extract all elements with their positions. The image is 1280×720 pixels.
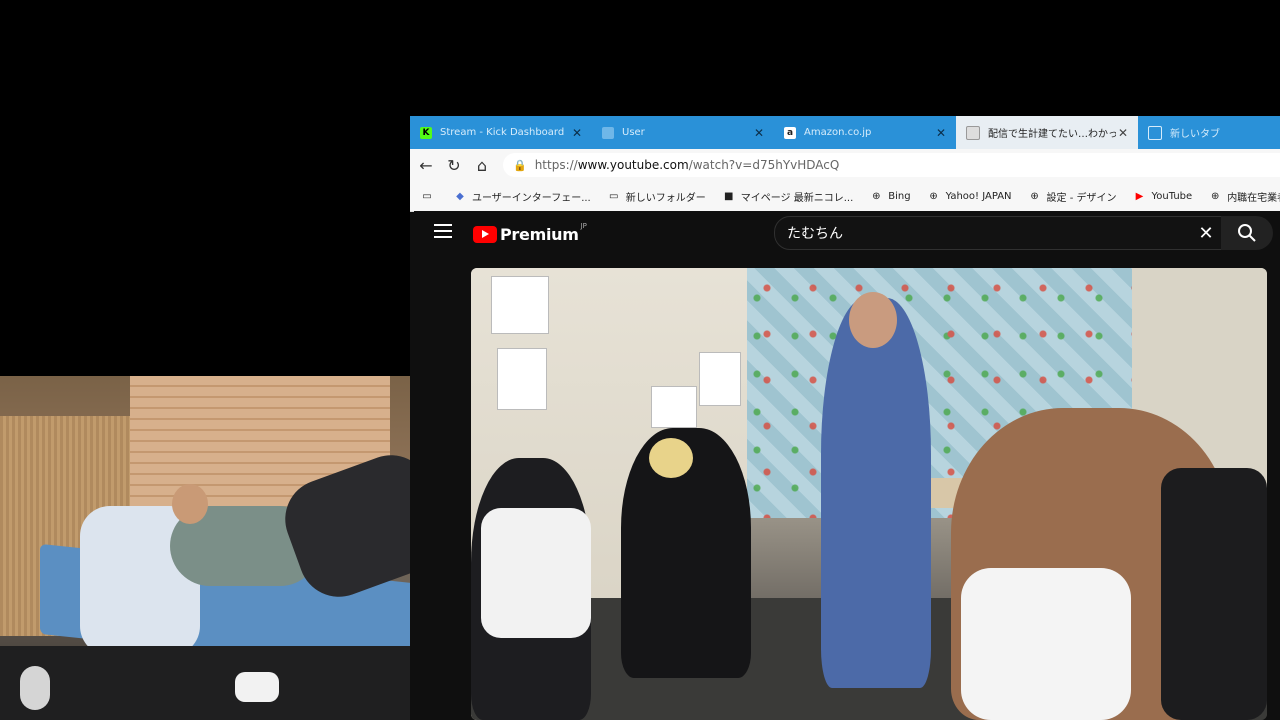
video-person-2-hair [649,438,693,478]
video-person-1-shirt [481,508,591,638]
close-icon[interactable]: ✕ [1116,126,1130,140]
video-person-4-pants [961,568,1131,720]
close-icon[interactable]: ✕ [570,126,584,140]
tab-label: Amazon.co.jp [804,127,872,138]
tab-label: User [622,127,645,138]
bookmark-item[interactable]: ⊕ 内職在宅業者名 - Go... [1208,189,1280,204]
bookmark-label: Yahoo! JAPAN [945,190,1012,202]
search-input[interactable]: たむちん ✕ [774,216,1222,250]
tab-user[interactable]: User ✕ [592,116,774,149]
video-person-3-head [849,292,897,348]
back-arrow-icon[interactable]: ← [412,151,440,179]
url-prefix: https:// [534,158,578,172]
hamburger-menu-icon[interactable] [434,224,452,238]
globe-icon: ⊕ [1030,190,1039,202]
amazon-icon: a [784,126,796,139]
video-person-3 [821,298,931,688]
close-icon[interactable]: ✕ [752,126,766,140]
home-icon[interactable]: ⌂ [468,151,496,179]
video-poster [699,352,741,406]
page-icon [602,126,614,139]
new-tab-icon [1148,125,1162,140]
bookmark-item[interactable]: ⊕ Yahoo! JAPAN [927,189,1012,203]
bookmark-item[interactable]: ◆ ユーザーインターフェー... [453,189,591,204]
address-bar: ← ↻ ⌂ 🔒 https://www.youtube.com/watch?v=… [410,149,1280,181]
youtube-icon: ▶ [1135,190,1144,202]
bookmark-label: ユーザーインターフェー... [472,192,591,204]
logo-text: Premium [500,225,579,244]
bookmark-label: 新しいフォルダー [625,192,706,204]
niconico-icon: ■ [724,190,734,202]
refresh-icon[interactable]: ↻ [440,151,468,179]
webcam-person-head [172,484,208,524]
bookmark-item[interactable]: ⊕ 設定 - デザイン [1028,189,1117,204]
globe-icon: ⊕ [1210,190,1220,202]
youtube-premium-logo[interactable]: Premium JP [473,221,587,244]
youtube-header: Premium JP たむちん ✕ [414,211,1280,257]
bookmark-item[interactable]: ▭ 新しいフォルダー [607,189,706,204]
kick-icon: K [420,126,432,139]
lock-icon: 🔒 [513,158,527,172]
bookmark-label: 設定 - デザイン [1046,192,1117,204]
shield-icon: ◆ [456,190,464,202]
tab-kick-dashboard[interactable]: K Stream - Kick Dashboard ✕ [410,116,592,149]
video-poster [497,348,547,410]
webcam-mouse [20,666,50,710]
tab-label: 新しいタブ [1170,129,1220,140]
video-player[interactable] [471,268,1267,720]
close-icon[interactable]: ✕ [1191,223,1221,244]
video-poster [651,386,697,428]
folder-icon: ▭ [609,190,619,202]
search-query: たむちん [787,226,843,242]
url-host: www.youtube.com [577,158,689,172]
globe-icon: ⊕ [929,190,938,202]
bookmarks-bar: ▭ ◆ ユーザーインターフェー... ▭ 新しいフォルダー ■ マイページ 最新… [410,181,1280,212]
url-path: /watch?v=d75hYvHDAcQ [688,158,840,172]
bookmark-label: Bing [888,190,911,202]
page-icon [966,125,980,140]
webcam-desk [0,646,460,720]
tab-actions-icon[interactable]: ▭ [420,189,439,203]
bookmark-label: マイページ 最新ニコレ... [740,192,854,204]
bookmark-item[interactable]: ⊕ Bing [869,189,911,203]
tab-new-tab[interactable]: 新しいタブ [1138,116,1280,149]
browser-window: K Stream - Kick Dashboard ✕ User ✕ a Ama… [410,116,1280,720]
youtube-page: Premium JP たむちん ✕ [414,211,1280,720]
webcam-overlay [0,376,460,720]
close-icon[interactable]: ✕ [934,126,948,140]
tab-amazon[interactable]: a Amazon.co.jp ✕ [774,116,956,149]
video-poster [491,276,549,334]
tab-label: Stream - Kick Dashboard [440,127,565,138]
tab-current-video[interactable]: 配信で生計建てたい…わかってんの ✕ [956,116,1138,149]
globe-icon: ⊕ [872,190,881,202]
video-chair [1161,468,1267,720]
youtube-play-icon [473,226,497,243]
search-icon [1238,224,1256,242]
bookmark-item[interactable]: ■ マイページ 最新ニコレ... [722,189,854,204]
bookmark-label: 内職在宅業者名 - Go... [1227,192,1280,204]
region-label: JP [580,221,587,230]
url-input[interactable]: 🔒 https://www.youtube.com/watch?v=d75hYv… [503,153,1280,177]
webcam-earbuds-case [235,672,279,702]
tab-actions-glyph: ▭ [422,190,432,202]
search-button[interactable] [1221,216,1273,250]
bookmark-item[interactable]: ▶ YouTube [1133,189,1193,203]
tab-label: 配信で生計建てたい…わかってんの [988,129,1116,140]
tab-bar: K Stream - Kick Dashboard ✕ User ✕ a Ama… [410,116,1280,149]
bookmark-label: YouTube [1151,190,1193,202]
